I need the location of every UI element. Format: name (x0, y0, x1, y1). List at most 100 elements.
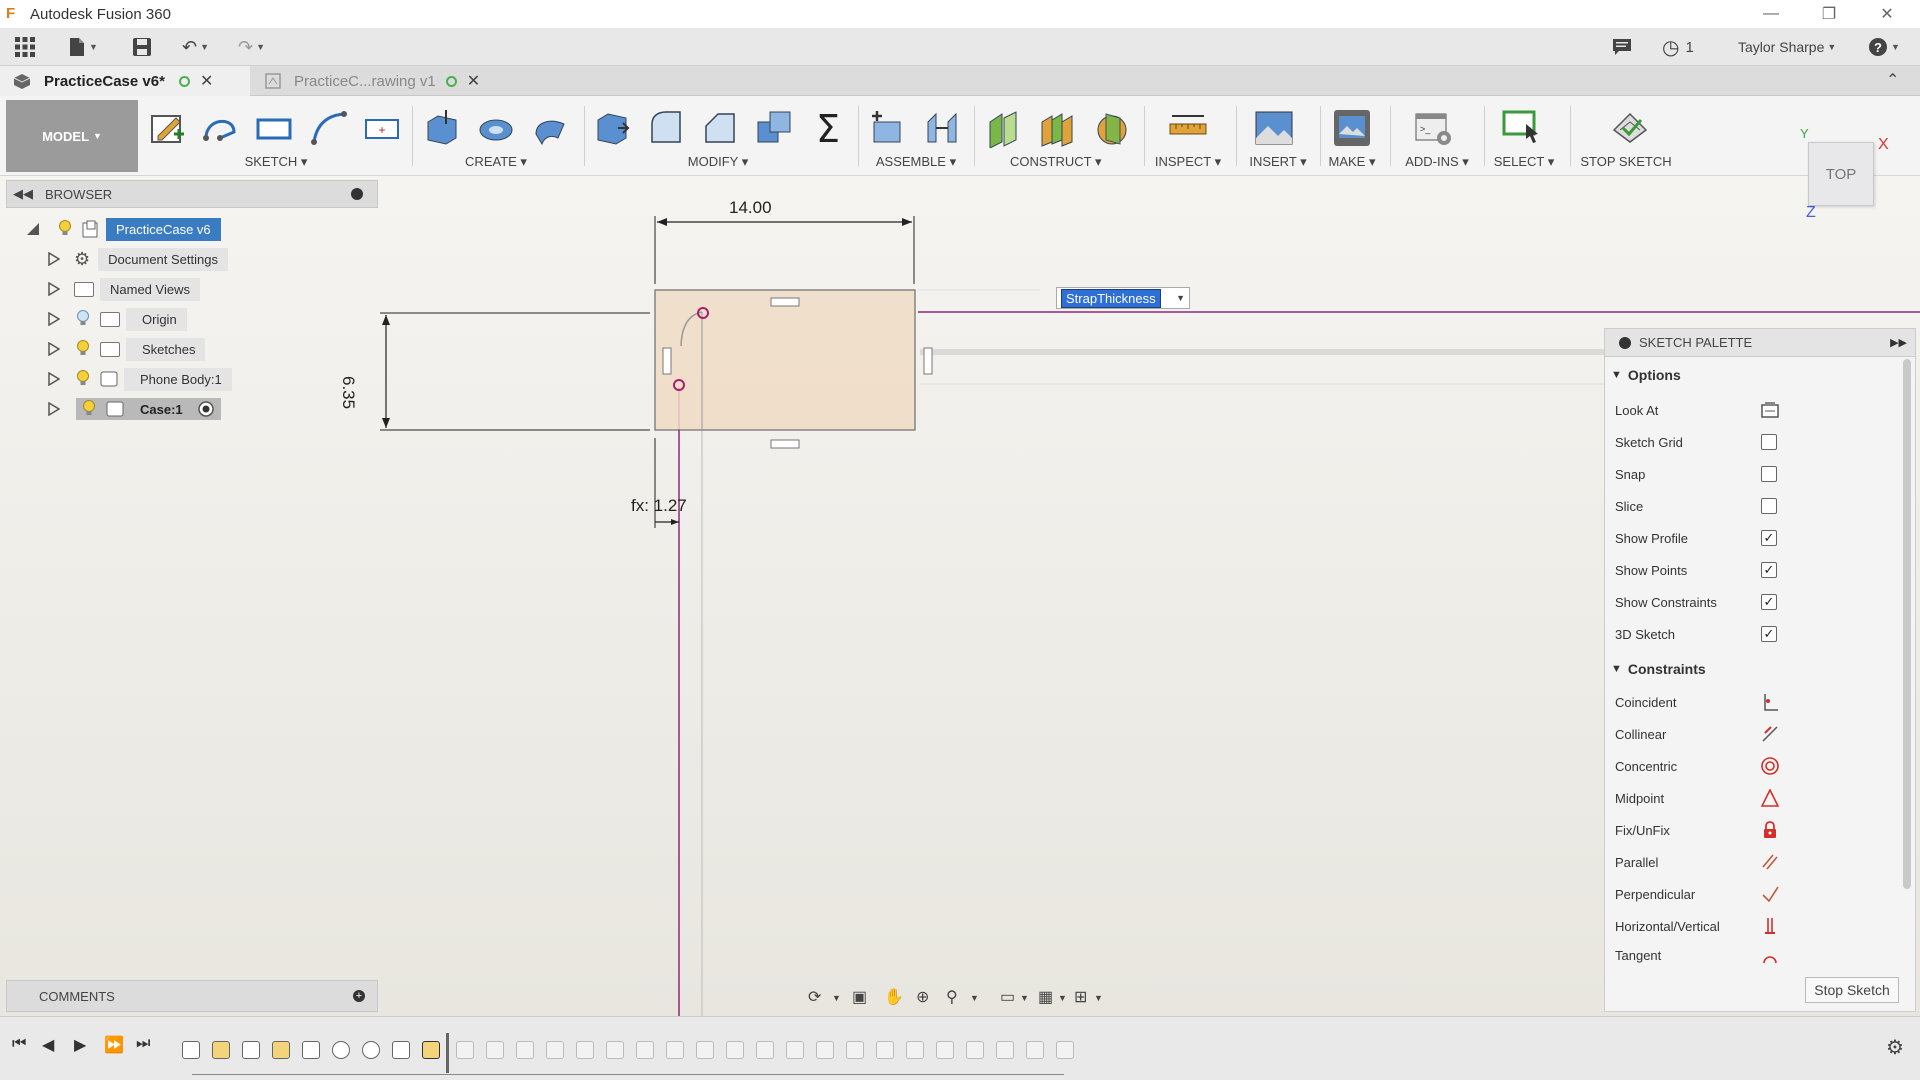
timeline-feature[interactable] (302, 1041, 320, 1059)
add-ins-menu[interactable]: ADD-INS ▾ (1392, 154, 1482, 170)
minimize-panel-icon[interactable] (351, 188, 363, 200)
browser-item-sketches[interactable]: Sketches (48, 337, 206, 361)
constraint-midpoint[interactable]: Midpoint (1615, 783, 1905, 813)
snap-checkbox[interactable] (1761, 466, 1777, 482)
create-sketch-icon[interactable] (148, 108, 188, 148)
timeline-feature[interactable] (182, 1041, 200, 1059)
timeline-feature[interactable] (242, 1041, 260, 1059)
lightbulb-off-icon[interactable] (76, 310, 90, 328)
timeline-feature[interactable] (362, 1041, 380, 1059)
horizontal-vertical-icon[interactable] (1761, 917, 1779, 935)
go-to-start-icon[interactable]: ⏮ (12, 1035, 26, 1053)
tangent-icon[interactable] (1761, 949, 1779, 967)
text-tool-icon[interactable]: + (362, 108, 402, 148)
play-icon[interactable]: ▶ (74, 1035, 86, 1055)
press-pull-icon[interactable] (592, 108, 632, 148)
timeline-feature[interactable] (696, 1041, 714, 1059)
zoom-icon[interactable]: ⊕ (916, 987, 938, 1009)
constraints-section-header[interactable]: ▼ Constraints (1611, 661, 1706, 677)
constraint-tangent[interactable]: Tangent (1615, 943, 1905, 967)
measure-icon[interactable] (1168, 108, 1208, 148)
timeline-settings-gear-icon[interactable]: ⚙ (1886, 1035, 1904, 1060)
lock-icon[interactable] (1761, 821, 1779, 839)
timeline-feature[interactable] (816, 1041, 834, 1059)
orbit-icon[interactable]: ⟳ (808, 987, 830, 1009)
timeline-feature[interactable] (966, 1041, 984, 1059)
width-dimension[interactable]: 14.00 (729, 198, 772, 218)
lightbulb-icon[interactable] (58, 220, 72, 238)
chevron-down-icon[interactable]: ▼ (970, 993, 992, 1015)
sweep-icon[interactable] (530, 108, 570, 148)
coincident-icon[interactable] (1761, 693, 1779, 711)
browser-item-root[interactable]: PracticeCase v6 (26, 217, 221, 241)
line-tool-icon[interactable] (200, 108, 240, 148)
browser-item-case[interactable]: Case:1 (48, 397, 221, 421)
job-status-button[interactable]: ◷ 1 (1662, 34, 1694, 60)
step-back-icon[interactable]: ◀ (42, 1035, 54, 1055)
option-show-constraints[interactable]: Show Constraints ✓ (1615, 587, 1905, 617)
expand-arrow-icon[interactable] (48, 282, 60, 296)
timeline-feature[interactable] (726, 1041, 744, 1059)
chevron-down-icon[interactable]: ▼ (1094, 993, 1116, 1015)
undo-button[interactable]: ↶ ▼ (182, 34, 209, 60)
timeline-feature[interactable] (636, 1041, 654, 1059)
root-label[interactable]: PracticeCase v6 (106, 217, 221, 241)
new-component-icon[interactable] (868, 108, 908, 148)
timeline-feature[interactable] (546, 1041, 564, 1059)
lightbulb-icon[interactable] (76, 370, 90, 388)
look-at-icon[interactable] (1761, 401, 1779, 419)
vertical-constraint-glyph[interactable] (923, 347, 933, 375)
constraint-coincident[interactable]: Coincident (1615, 687, 1905, 717)
expand-arrow-icon[interactable] (48, 312, 60, 326)
midpoint-icon[interactable] (1761, 789, 1779, 807)
timeline-sketch[interactable] (212, 1041, 230, 1059)
constraint-collinear[interactable]: Collinear (1615, 719, 1905, 749)
option-show-points[interactable]: Show Points ✓ (1615, 555, 1905, 585)
arc-tool-icon[interactable] (308, 108, 348, 148)
fillet-icon[interactable] (646, 108, 686, 148)
redo-button[interactable]: ↷ ▼ (238, 34, 265, 60)
slice-checkbox[interactable] (1761, 498, 1777, 514)
timeline-feature[interactable] (332, 1041, 350, 1059)
constraint-perpendicular[interactable]: Perpendicular (1615, 879, 1905, 909)
look-at-icon[interactable]: ▣ (852, 987, 874, 1009)
display-settings-icon[interactable]: ▭ (1000, 987, 1022, 1009)
timeline-feature[interactable] (996, 1041, 1014, 1059)
perpendicular-icon[interactable] (1761, 885, 1779, 903)
constraint-horizontal-vertical[interactable]: Horizontal/Vertical (1615, 911, 1905, 941)
make-menu[interactable]: MAKE ▾ (1312, 154, 1392, 170)
fit-icon[interactable]: ⚲ (946, 987, 968, 1009)
inspect-menu[interactable]: INSPECT ▾ (1148, 154, 1228, 170)
stop-sketch-button[interactable]: STOP SKETCH (1578, 154, 1674, 169)
help-button[interactable]: ? ▼ (1868, 34, 1900, 60)
3d-sketch-checkbox[interactable]: ✓ (1761, 626, 1777, 642)
show-constraints-checkbox[interactable]: ✓ (1761, 594, 1777, 610)
browser-item-document-settings[interactable]: ⚙ Document Settings (48, 247, 228, 271)
select-icon[interactable] (1502, 108, 1542, 148)
midplane-icon[interactable] (1038, 108, 1078, 148)
horizontal-constraint-glyph[interactable] (770, 297, 800, 307)
timeline-feature[interactable] (1026, 1041, 1044, 1059)
item-label[interactable]: Sketches (126, 337, 206, 361)
collinear-icon[interactable] (1761, 725, 1779, 743)
sketch-profile[interactable] (654, 289, 916, 431)
offset-dimension[interactable]: fx: 1.27 (631, 496, 687, 516)
timeline-feature[interactable] (666, 1041, 684, 1059)
constraint-fix-unfix[interactable]: Fix/UnFix (1615, 815, 1905, 845)
tangent-plane-icon[interactable] (1092, 108, 1132, 148)
select-menu[interactable]: SELECT ▾ (1484, 154, 1564, 170)
viewcube[interactable]: TOP (1808, 142, 1874, 206)
close-icon[interactable]: ✕ (467, 71, 480, 91)
height-dimension[interactable]: 6.35 (338, 376, 358, 409)
expand-arrow-icon[interactable] (48, 402, 60, 416)
add-comment-icon[interactable]: + (353, 990, 365, 1002)
item-label[interactable]: Phone Body:1 (124, 367, 232, 391)
insert-image-icon[interactable] (1254, 108, 1294, 148)
option-3d-sketch[interactable]: 3D Sketch ✓ (1615, 619, 1905, 649)
timeline-feature[interactable] (392, 1041, 410, 1059)
insert-menu[interactable]: INSERT ▾ (1238, 154, 1318, 170)
vertical-constraint-glyph[interactable] (662, 347, 672, 375)
show-profile-checkbox[interactable]: ✓ (1761, 530, 1777, 546)
browser-item-origin[interactable]: Origin (48, 307, 187, 331)
grid-icon[interactable]: ▦ (1038, 987, 1060, 1009)
